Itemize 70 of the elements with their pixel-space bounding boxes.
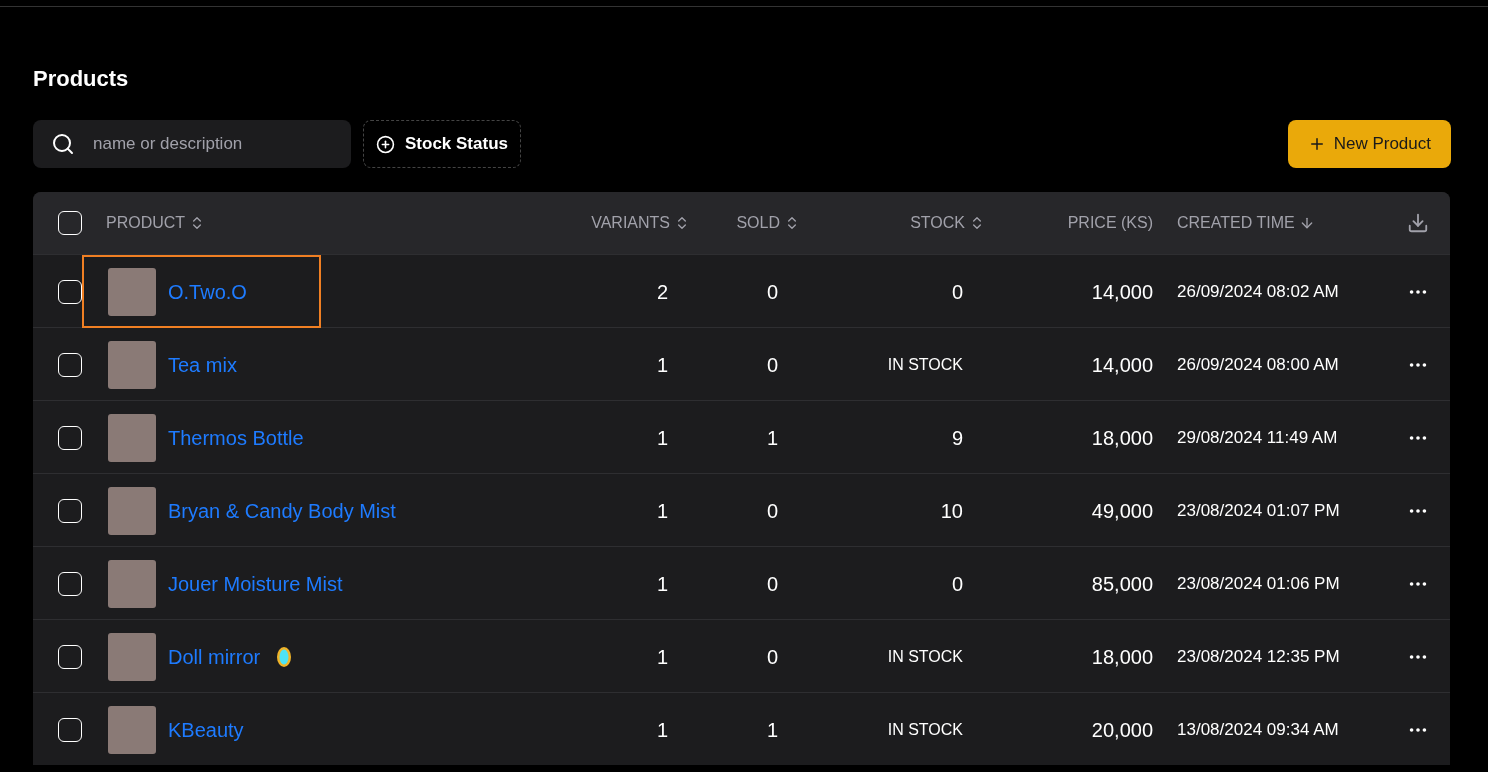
price-value: 85,000 — [1090, 571, 1154, 597]
product-photo-placeholder — [108, 705, 156, 754]
checkbox[interactable] — [57, 571, 82, 596]
product-link[interactable]: KBeauty — [168, 714, 244, 745]
page-title: Products — [33, 65, 130, 93]
variants-value: 1 — [655, 352, 669, 378]
price-value: 20,000 — [1090, 717, 1154, 743]
search-field[interactable]: name or description — [33, 120, 351, 168]
checkbox[interactable] — [57, 644, 82, 669]
variants-value: 1 — [655, 717, 669, 743]
price-value: 14,000 — [1090, 352, 1154, 378]
column-header[interactable]: SOLD — [736, 211, 780, 235]
column-header[interactable]: CREATED TIME — [1177, 211, 1295, 235]
sold-value: 1 — [765, 717, 779, 743]
product-photo-placeholder — [108, 413, 156, 462]
sold-value: 0 — [765, 279, 779, 305]
filter-button[interactable]: Stock Status — [363, 120, 521, 168]
product-photo-placeholder — [108, 486, 156, 535]
sold-value: 1 — [765, 425, 779, 451]
price-value: 18,000 — [1090, 644, 1154, 670]
column-header[interactable]: PRICE (KS) — [1067, 211, 1153, 235]
column-header[interactable]: VARIANTS — [591, 211, 670, 235]
checkbox[interactable] — [57, 498, 82, 523]
created-time: 26/09/2024 08:00 AM — [1176, 353, 1340, 376]
product-link[interactable]: Tea mix — [168, 349, 237, 380]
stock-value: 9 — [950, 425, 964, 451]
search-icon — [51, 132, 75, 156]
sold-value: 0 — [765, 571, 779, 597]
checkbox[interactable] — [57, 211, 82, 235]
checkbox[interactable] — [57, 425, 82, 450]
created-time: 29/08/2024 11:49 AM — [1176, 426, 1339, 449]
sold-value: 0 — [765, 644, 779, 670]
created-time: 23/08/2024 01:07 PM — [1176, 499, 1341, 522]
variants-value: 1 — [655, 425, 669, 451]
price-value: 49,000 — [1090, 498, 1154, 524]
checkbox[interactable] — [57, 352, 82, 377]
product-link[interactable]: Bryan & Candy Body Mist — [168, 495, 396, 526]
product-photo-placeholder — [108, 267, 156, 316]
sold-value: 0 — [765, 498, 779, 524]
product-link[interactable]: Jouer Moisture Mist — [168, 568, 343, 599]
product-photo-placeholder — [108, 559, 156, 608]
product-link[interactable]: O.Two.O — [168, 276, 247, 307]
product-link[interactable]: Doll mirror — [168, 641, 261, 672]
stock-value: 0 — [950, 279, 964, 305]
variants-value: 1 — [655, 498, 669, 524]
price-value: 14,000 — [1090, 279, 1154, 305]
product-photo-placeholder — [108, 632, 156, 681]
product-photo-placeholder — [108, 340, 156, 389]
plus-circle-icon — [376, 134, 395, 154]
download-icon[interactable] — [1406, 212, 1429, 234]
stock-value: 0 — [950, 571, 964, 597]
created-time: 23/08/2024 12:35 PM — [1176, 645, 1341, 668]
checkbox[interactable] — [57, 279, 82, 304]
sold-value: 0 — [765, 352, 779, 378]
product-link[interactable]: Thermos Bottle — [168, 422, 304, 453]
price-value: 18,000 — [1090, 425, 1154, 451]
variants-value: 2 — [655, 279, 669, 305]
variants-value: 1 — [655, 644, 669, 670]
stock-value: 10 — [939, 498, 964, 524]
stock-status: IN STOCK — [886, 719, 964, 740]
new-product-button[interactable]: New Product — [1287, 120, 1451, 168]
column-header[interactable]: PRODUCT — [106, 211, 186, 235]
created-time: 13/08/2024 09:34 AM — [1176, 718, 1340, 741]
stock-status: IN STOCK — [886, 354, 964, 375]
column-header[interactable]: STOCK — [910, 211, 965, 235]
created-time: 23/08/2024 01:06 PM — [1176, 572, 1341, 595]
created-time: 26/09/2024 08:02 AM — [1176, 280, 1340, 303]
checkbox[interactable] — [57, 717, 82, 742]
stock-status: IN STOCK — [886, 646, 964, 667]
variants-value: 1 — [655, 571, 669, 597]
